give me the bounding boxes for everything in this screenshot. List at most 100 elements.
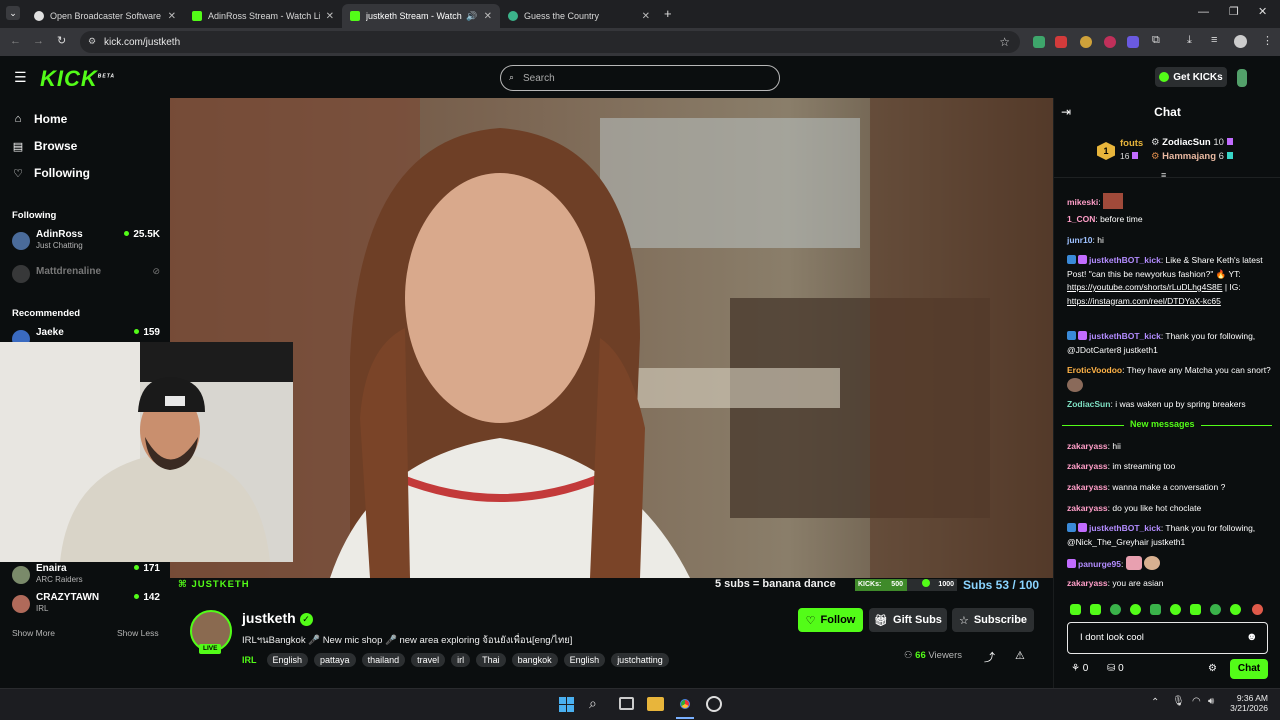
- follow-button[interactable]: ♡ Follow: [798, 608, 863, 632]
- download-icon[interactable]: ⤓: [1187, 34, 1192, 47]
- share-icon[interactable]: ⤴: [984, 649, 995, 665]
- leader-entry[interactable]: ⚙ Hammajang 6: [1151, 151, 1233, 162]
- address-bar[interactable]: ⚙ kick.com/justketh ☆: [80, 31, 1020, 53]
- gift-subs-button[interactable]: 🎁︎ Gift Subs: [869, 608, 947, 632]
- viewer-count: 142: [134, 592, 160, 603]
- browser-tab-adinross[interactable]: AdinRoss Stream - Watch Live on Kick ✕: [184, 4, 342, 28]
- emoji-picker-icon[interactable]: ☻: [1246, 631, 1258, 643]
- get-kicks-button[interactable]: Get KICKs: [1155, 67, 1227, 87]
- extensions-puzzle-icon[interactable]: ⧉: [1152, 34, 1160, 47]
- forward-arrow-icon[interactable]: →: [33, 35, 44, 47]
- emote-icon[interactable]: [1090, 604, 1101, 615]
- chat-leaderboard: 1 fouts 16 ⚙ ZodiacSun 10 ⚙ Hammajang 6 …: [1054, 128, 1280, 180]
- sidebar-item-browse[interactable]: ▤ Browse: [12, 139, 78, 153]
- goal-text: 5 subs = banana dance: [715, 578, 836, 590]
- emote-icon[interactable]: [1170, 604, 1181, 615]
- emote-icon[interactable]: [1210, 604, 1221, 615]
- report-warning-icon[interactable]: ⚠: [1015, 649, 1025, 662]
- emote-icon[interactable]: [1252, 604, 1263, 615]
- clock[interactable]: 9:36 AM 3/21/2026: [1230, 693, 1268, 713]
- obs-icon[interactable]: [706, 696, 722, 712]
- extension-icon[interactable]: [1055, 36, 1067, 48]
- tab-menu-chevron-icon[interactable]: ⌄: [6, 6, 20, 20]
- file-explorer-icon[interactable]: [647, 697, 664, 711]
- channel-name[interactable]: justketh ✓: [242, 610, 313, 626]
- emote-icon[interactable]: [1110, 604, 1121, 615]
- close-tab-icon[interactable]: ✕: [642, 11, 650, 22]
- tag-chip[interactable]: justchatting: [611, 653, 669, 667]
- extension-icon[interactable]: [1127, 36, 1139, 48]
- tag-chip[interactable]: travel: [411, 653, 446, 667]
- hamburger-menu-icon[interactable]: ☰: [14, 69, 27, 86]
- search-icon[interactable]: ⌕: [589, 695, 597, 712]
- chat-link[interactable]: https://instagram.com/reel/DTDYaX-kc65: [1067, 296, 1221, 306]
- browser-tab-guess-country[interactable]: Guess the Country ✕: [500, 4, 658, 28]
- bookmark-star-icon[interactable]: ☆: [999, 35, 1010, 49]
- emote-icon[interactable]: [1070, 604, 1081, 615]
- points-display[interactable]: ⚘ 0: [1071, 663, 1088, 674]
- channel-item-mattdrenaline[interactable]: Mattdrenaline ⊘: [12, 262, 160, 288]
- category-link[interactable]: IRL: [242, 655, 257, 665]
- browser-menu-icon[interactable]: ⋮: [1262, 34, 1273, 47]
- user-avatar-icon[interactable]: [1237, 69, 1247, 87]
- channel-item-enaira[interactable]: Enaira ARC Raiders 171: [12, 563, 160, 589]
- extension-icon[interactable]: [1033, 36, 1045, 48]
- minimize-icon[interactable]: —: [1198, 6, 1209, 18]
- windows-start-icon[interactable]: [559, 697, 574, 712]
- back-arrow-icon[interactable]: ←: [10, 35, 21, 47]
- emote-icon[interactable]: [1230, 604, 1241, 615]
- site-info-icon[interactable]: ⚙: [88, 36, 96, 47]
- tag-chip[interactable]: Thai: [476, 653, 506, 667]
- emote-icon[interactable]: [1150, 604, 1161, 615]
- extension-icon[interactable]: [1080, 36, 1092, 48]
- chat-message: 1_CON: before time: [1067, 214, 1143, 224]
- emote-icon[interactable]: [1130, 604, 1141, 615]
- close-window-icon[interactable]: ✕: [1258, 5, 1267, 18]
- tag-chip[interactable]: English: [266, 653, 309, 667]
- tray-chevron-icon[interactable]: ⌃: [1151, 697, 1159, 708]
- kick-logo[interactable]: KICKBETA: [40, 66, 115, 92]
- maximize-icon[interactable]: ❐: [1229, 5, 1239, 18]
- close-tab-icon[interactable]: ✕: [326, 11, 334, 22]
- sidebar-item-following[interactable]: ♡ Following: [12, 166, 90, 180]
- extension-icon[interactable]: [1104, 36, 1116, 48]
- chat-link[interactable]: https://youtube.com/shorts/rLuDLhg4S8E: [1067, 282, 1222, 292]
- speaker-icon[interactable]: 🔊: [466, 11, 477, 22]
- search-input[interactable]: ⌕ Search: [500, 65, 780, 91]
- channel-item-crazytawn[interactable]: CRAZYTAWN IRL 142: [12, 592, 160, 618]
- tag-chip[interactable]: English: [563, 653, 606, 667]
- microphone-icon[interactable]: 🎙︎: [1172, 696, 1185, 707]
- reload-icon[interactable]: ↻: [57, 34, 66, 47]
- emote-icon[interactable]: [1190, 604, 1201, 615]
- expand-leaderboard-icon[interactable]: ≡: [1161, 170, 1166, 180]
- tag-chip[interactable]: irl: [451, 653, 471, 667]
- media-icon[interactable]: ≡: [1211, 34, 1217, 46]
- tag-chip[interactable]: bangkok: [511, 653, 558, 667]
- points-icon: ⚘: [1071, 663, 1080, 674]
- close-tab-icon[interactable]: ✕: [168, 11, 176, 22]
- leader-entry[interactable]: ⚙ ZodiacSun 10: [1151, 137, 1233, 148]
- show-less-link[interactable]: Show Less: [117, 628, 159, 638]
- chat-input[interactable]: I dont look cool ☻: [1067, 622, 1268, 654]
- channel-item-adinross[interactable]: AdinRoss Just Chatting 25.5K: [12, 229, 160, 255]
- chrome-icon[interactable]: [677, 696, 693, 712]
- browser-tab-justketh[interactable]: justketh Stream - Watch Live on Kick 🔊 ✕: [342, 4, 500, 28]
- video-player[interactable]: [170, 98, 1053, 578]
- volume-icon[interactable]: 🔊︎: [1208, 696, 1214, 707]
- chat-settings-gear-icon[interactable]: ⚙: [1208, 663, 1217, 674]
- sidebar-item-home[interactable]: ⌂ Home: [12, 112, 68, 126]
- show-more-link[interactable]: Show More: [12, 628, 55, 638]
- avatar: [12, 265, 30, 283]
- new-tab-plus-icon[interactable]: +: [664, 6, 672, 21]
- send-chat-button[interactable]: Chat: [1230, 659, 1268, 679]
- close-tab-icon[interactable]: ✕: [484, 11, 492, 22]
- wifi-icon[interactable]: ◠: [1192, 696, 1201, 707]
- points-display[interactable]: ⛁ 0: [1107, 663, 1124, 674]
- tag-chip[interactable]: pattaya: [314, 653, 356, 667]
- task-view-icon[interactable]: [619, 697, 634, 710]
- browser-tab-obs[interactable]: Open Broadcaster Software | OBS ✕: [26, 4, 184, 28]
- tag-chip[interactable]: thailand: [361, 653, 406, 667]
- subscribe-button[interactable]: ☆ Subscribe: [952, 608, 1034, 632]
- browse-icon: ▤: [12, 140, 24, 153]
- profile-avatar-icon[interactable]: [1234, 35, 1247, 48]
